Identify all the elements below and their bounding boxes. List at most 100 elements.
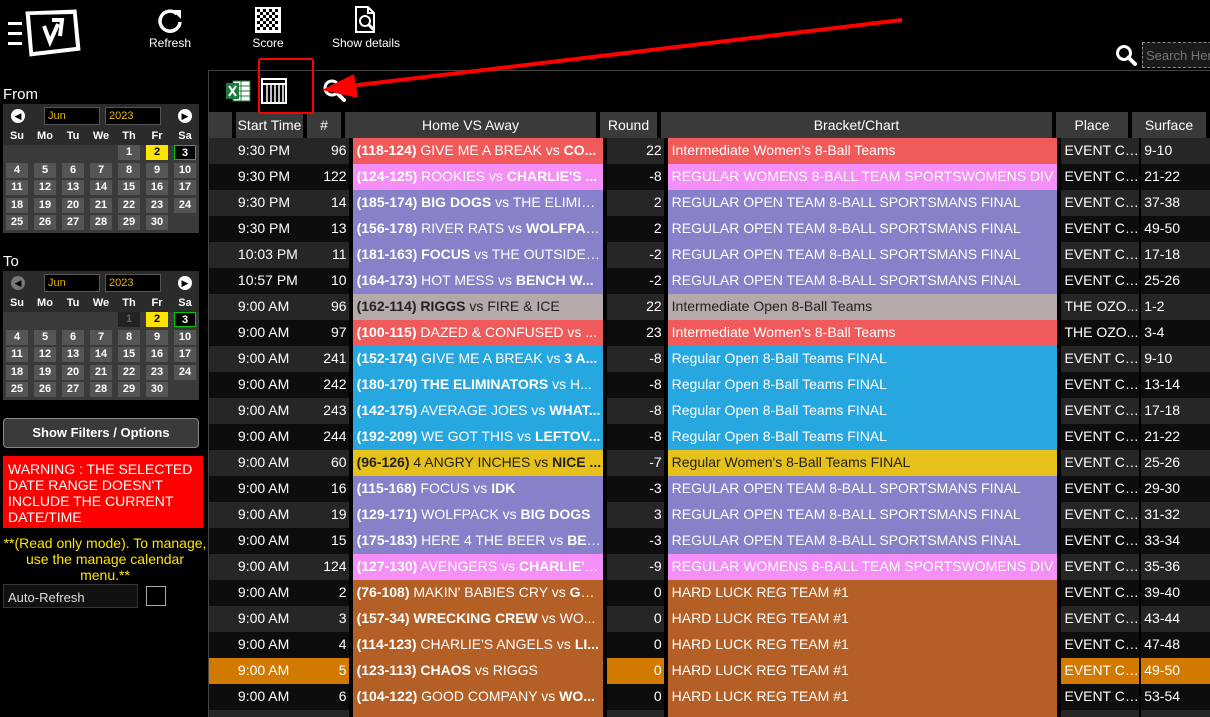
- calendar-day[interactable]: 4: [3, 162, 31, 181]
- match-cell[interactable]: (180-170) THE ELIMINATORS vs H...: [352, 372, 603, 398]
- year-select[interactable]: 2023: [105, 107, 161, 125]
- table-row[interactable]: 9:00 AM 6 (104-122) GOOD COMPANY vs WO... 0…: [209, 684, 1210, 710]
- column-header-place[interactable]: Place: [1056, 112, 1128, 138]
- table-row[interactable]: 10:03 PM 11 (181-163) FOCUS vs THE OUTSIDE…: [209, 242, 1210, 268]
- prev-month-icon[interactable]: ◀: [11, 276, 25, 290]
- column-header-round[interactable]: Round: [600, 112, 657, 138]
- calendar-day[interactable]: 16: [143, 180, 171, 198]
- calendar-day[interactable]: 30: [143, 382, 171, 400]
- calendar-day[interactable]: 22: [115, 364, 143, 383]
- calendar-day[interactable]: 6: [59, 329, 87, 348]
- calendar-day[interactable]: 1: [115, 145, 143, 163]
- calendar-day[interactable]: 25: [3, 215, 31, 233]
- calendar-day[interactable]: 2: [143, 312, 171, 330]
- table-row[interactable]: 9:00 AM 19 (129-171) WOLFPACK vs BIG DOGS 3…: [209, 502, 1210, 528]
- table-row[interactable]: 9:00 AM 3 (157-34) WRECKING CREW vs WO... 0…: [209, 606, 1210, 632]
- calendar-day[interactable]: 10: [171, 162, 199, 181]
- match-cell[interactable]: (123-113) CHAOS vs RIGGS: [352, 658, 603, 684]
- calendar-day[interactable]: 23: [143, 197, 171, 216]
- calendar-day[interactable]: 28: [87, 215, 115, 233]
- match-cell[interactable]: (181-163) FOCUS vs THE OUTSIDERS: [352, 242, 603, 268]
- calendar-day[interactable]: 9: [143, 329, 171, 348]
- column-header-surface[interactable]: Surface: [1132, 112, 1206, 138]
- table-row[interactable]: 9:30 PM 14 (185-174) BIG DOGS vs THE ELIMI…: [209, 190, 1210, 216]
- search-input[interactable]: [1142, 42, 1210, 68]
- calendar-day[interactable]: 11: [3, 347, 31, 365]
- prev-month-icon[interactable]: ◀: [11, 109, 25, 123]
- calendar-day[interactable]: 3: [171, 145, 199, 163]
- table-row[interactable]: [209, 710, 1210, 717]
- table-row[interactable]: 9:00 AM 97 (100-115) DAZED & CONFUSED vs .…: [209, 320, 1210, 346]
- calendar-day[interactable]: 5: [31, 329, 59, 348]
- calendar-day[interactable]: 16: [143, 347, 171, 365]
- match-cell[interactable]: (115-168) FOCUS vs IDK: [352, 476, 603, 502]
- calendar-day[interactable]: 20: [59, 364, 87, 383]
- calendar-day[interactable]: 8: [115, 162, 143, 181]
- month-select[interactable]: Jun: [44, 274, 100, 292]
- match-cell[interactable]: (104-122) GOOD COMPANY vs WO...: [352, 684, 603, 710]
- calendar-day[interactable]: 4: [3, 329, 31, 348]
- calendar-day[interactable]: 27: [59, 382, 87, 400]
- calendar-day[interactable]: 19: [31, 364, 59, 383]
- calendar-day[interactable]: 3: [171, 312, 199, 330]
- calendar-day[interactable]: 23: [143, 364, 171, 383]
- table-row[interactable]: 9:00 AM 15 (175-183) HERE 4 THE BEER vs BE…: [209, 528, 1210, 554]
- match-cell[interactable]: [352, 710, 603, 717]
- calendar-day[interactable]: 15: [115, 347, 143, 365]
- table-row[interactable]: 9:00 AM 243 (142-175) AVERAGE JOES vs WHAT…: [209, 398, 1210, 424]
- match-cell[interactable]: (118-124) GIVE ME A BREAK vs CO...: [352, 138, 603, 164]
- match-cell[interactable]: (114-123) CHARLIE'S ANGELS vs LI...: [352, 632, 603, 658]
- table-row[interactable]: 9:00 AM 96 (162-114) RIGGS vs FIRE & ICE 22…: [209, 294, 1210, 320]
- calendar-day[interactable]: 12: [31, 180, 59, 198]
- table-search-icon[interactable]: [322, 78, 346, 102]
- excel-export-icon[interactable]: [225, 80, 251, 102]
- match-cell[interactable]: (96-126) 4 ANGRY INCHES vs NICE ...: [352, 450, 603, 476]
- table-row[interactable]: 9:00 AM 60 (96-126) 4 ANGRY INCHES vs NICE…: [209, 450, 1210, 476]
- column-header[interactable]: [209, 112, 232, 138]
- match-cell[interactable]: (192-209) WE GOT THIS vs LEFTOV...: [352, 424, 603, 450]
- calendar-day[interactable]: 8: [115, 329, 143, 348]
- match-cell[interactable]: (100-115) DAZED & CONFUSED vs ...: [352, 320, 603, 346]
- match-cell[interactable]: (127-130) AVENGERS vs CHARLIE'S...: [352, 554, 603, 580]
- app-logo-icon[interactable]: [6, 6, 82, 62]
- match-cell[interactable]: (157-34) WRECKING CREW vs WO...: [352, 606, 603, 632]
- calendar-day[interactable]: 13: [59, 180, 87, 198]
- calendar-day[interactable]: 11: [3, 180, 31, 198]
- column-header-start-time[interactable]: Start Time: [236, 112, 303, 138]
- calendar-day[interactable]: 21: [87, 197, 115, 216]
- month-select[interactable]: Jun: [44, 107, 100, 125]
- match-cell[interactable]: (129-171) WOLFPACK vs BIG DOGS: [352, 502, 603, 528]
- table-row[interactable]: 9:00 AM 241 (152-174) GIVE ME A BREAK vs 3…: [209, 346, 1210, 372]
- calendar-day[interactable]: 26: [31, 215, 59, 233]
- match-cell[interactable]: (175-183) HERE 4 THE BEER vs BEN...: [352, 528, 603, 554]
- table-row[interactable]: 9:00 AM 5 (123-113) CHAOS vs RIGGS 0 HARD LU…: [209, 658, 1210, 684]
- match-cell[interactable]: (142-175) AVERAGE JOES vs WHAT...: [352, 398, 603, 424]
- match-cell[interactable]: (76-108) MAKIN' BABIES CRY vs GO...: [352, 580, 603, 606]
- calendar-day[interactable]: 5: [31, 162, 59, 181]
- table-row[interactable]: 9:30 PM 122 (124-125) ROOKIES vs CHARLIE'S…: [209, 164, 1210, 190]
- search-icon[interactable]: [1115, 44, 1137, 66]
- next-month-icon[interactable]: ▶: [178, 109, 192, 123]
- match-cell[interactable]: (185-174) BIG DOGS vs THE ELIMIN...: [352, 190, 603, 216]
- calendar-day[interactable]: 14: [87, 180, 115, 198]
- calendar-day[interactable]: 22: [115, 197, 143, 216]
- calendar-day[interactable]: 9: [143, 162, 171, 181]
- calendar-day[interactable]: 19: [31, 197, 59, 216]
- calendar-day[interactable]: 1: [115, 312, 143, 330]
- calendar-day[interactable]: 30: [143, 215, 171, 233]
- calendar-day[interactable]: 17: [171, 180, 199, 198]
- calendar-day[interactable]: 7: [87, 329, 115, 348]
- calendar-day[interactable]: 18: [3, 364, 31, 383]
- from-calendar[interactable]: ◀ Jun 2023 ▶ Su Mo Tu We Th Fr Sa 1 2 3 4 5 6 7 8 9 10 11…: [3, 104, 199, 233]
- calendar-day[interactable]: 28: [87, 382, 115, 400]
- calendar-day[interactable]: 24: [171, 197, 199, 216]
- table-row[interactable]: 9:30 PM 96 (118-124) GIVE ME A BREAK vs CO…: [209, 138, 1210, 164]
- to-calendar[interactable]: ◀ Jun 2023 ▶ Su Mo Tu We Th Fr Sa 1 2 3 4 5 6 7 8 9 10 11…: [3, 271, 199, 400]
- calendar-day[interactable]: 29: [115, 215, 143, 233]
- match-cell[interactable]: (124-125) ROOKIES vs CHARLIE'S ...: [352, 164, 603, 190]
- table-row[interactable]: 9:00 AM 16 (115-168) FOCUS vs IDK -3 REGULAR…: [209, 476, 1210, 502]
- match-cell[interactable]: (164-173) HOT MESS vs BENCH W...: [352, 268, 603, 294]
- calendar-day[interactable]: 10: [171, 329, 199, 348]
- year-select[interactable]: 2023: [105, 274, 161, 292]
- column-header-match[interactable]: Home VS Away: [345, 112, 596, 138]
